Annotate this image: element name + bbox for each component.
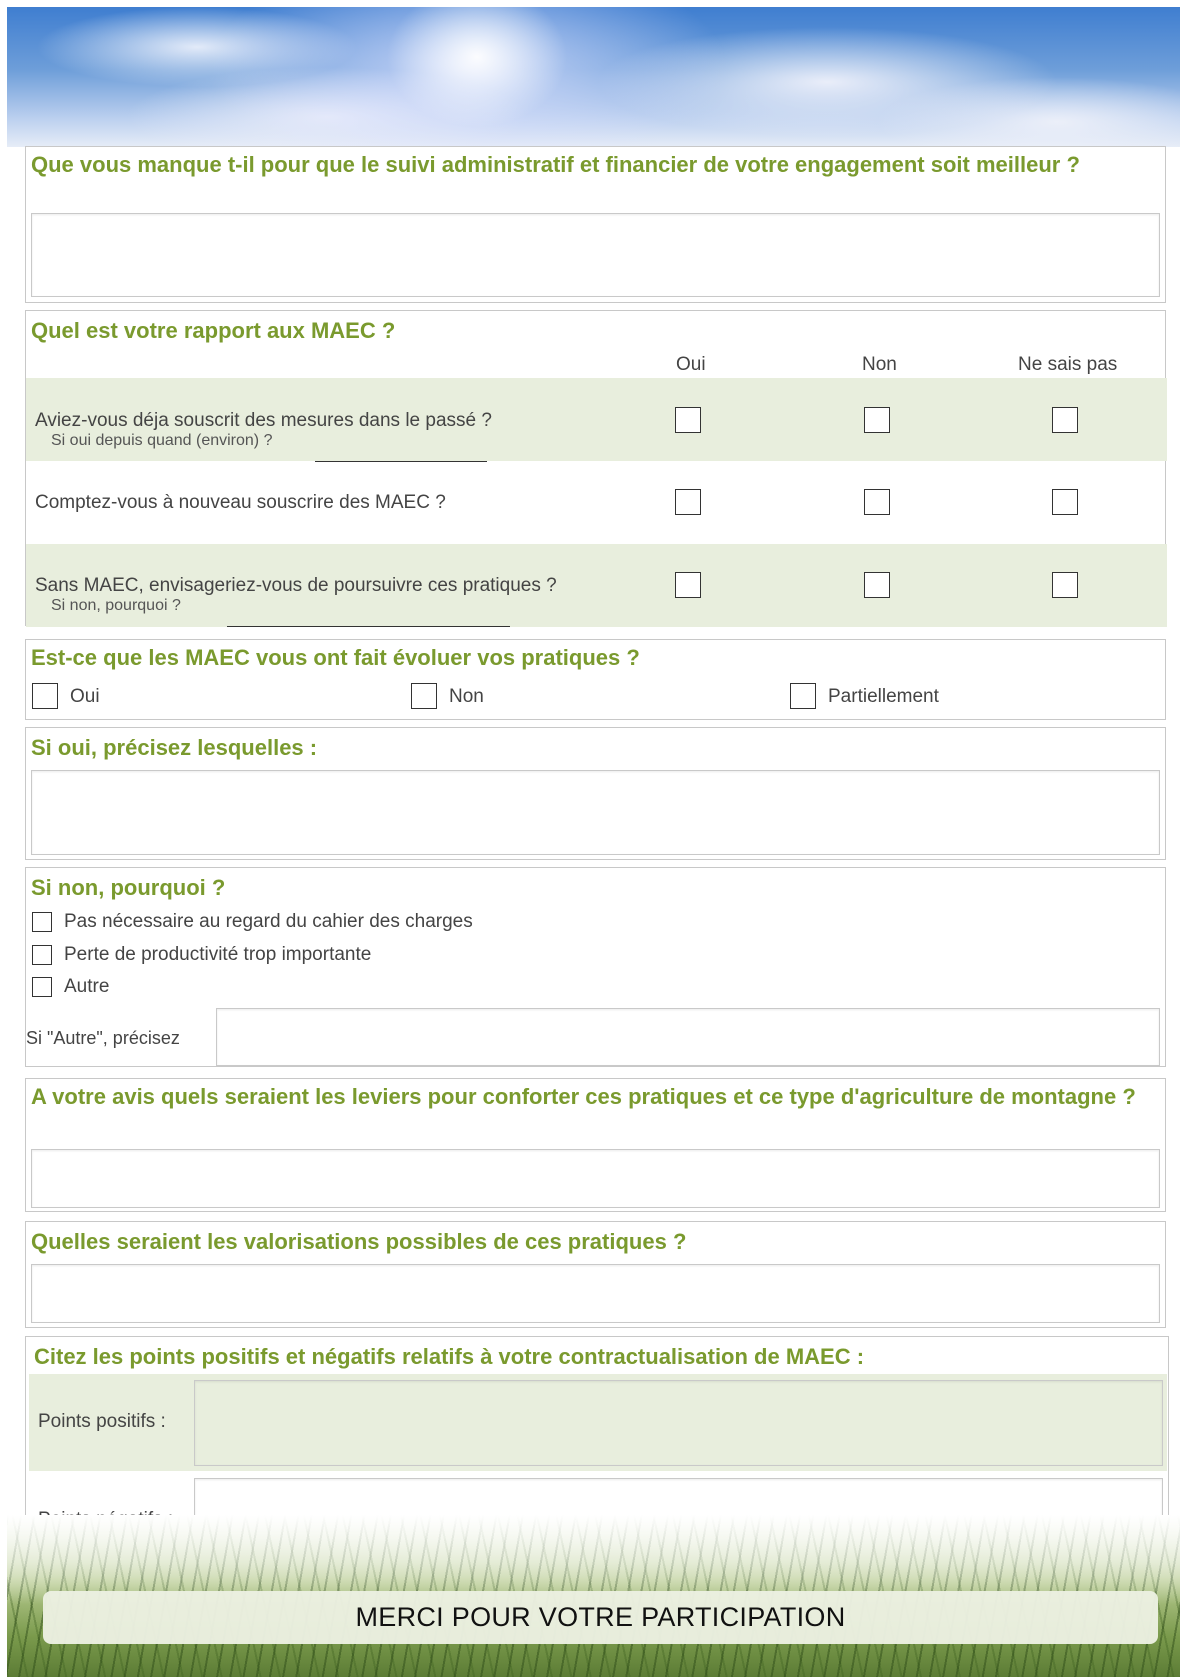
question-title: Que vous manque t-il pour que le suivi a… <box>31 152 1080 177</box>
question-title: Quelles seraient les valorisations possi… <box>31 1229 687 1254</box>
row2-non-checkbox[interactable] <box>864 489 890 515</box>
option-label: Partiellement <box>828 686 939 707</box>
row-label: Comptez-vous à nouveau souscrire des MAE… <box>35 492 446 513</box>
row2-oui-checkbox[interactable] <box>675 489 701 515</box>
q4-textarea[interactable] <box>31 770 1160 855</box>
question-title: Si oui, précisez lesquelles : <box>31 735 318 760</box>
option-label: Perte de productivité trop importante <box>64 944 372 965</box>
other-field-label: Si "Autre", précisez <box>26 1028 180 1048</box>
column-header-ne-sais-pas: Ne sais pas <box>1018 354 1118 375</box>
option-label: Non <box>449 686 484 707</box>
section-q7: Quelles seraient les valorisations possi… <box>25 1221 1166 1328</box>
row1-ne-sais-pas-checkbox[interactable] <box>1052 407 1078 433</box>
since-when-input-line[interactable] <box>315 461 487 462</box>
reason-autre-checkbox[interactable] <box>32 977 52 997</box>
reason-productivite-checkbox[interactable] <box>32 945 52 965</box>
row3-ne-sais-pas-checkbox[interactable] <box>1052 572 1078 598</box>
other-reason-input[interactable] <box>216 1008 1160 1066</box>
evolution-partiellement-checkbox[interactable] <box>790 683 816 709</box>
column-header-non: Non <box>862 354 897 375</box>
evolution-non-checkbox[interactable] <box>411 683 437 709</box>
row-sublabel: Si oui depuis quand (environ) ? <box>51 432 273 449</box>
question-title: Si non, pourquoi ? <box>31 875 226 900</box>
reason-cahier-checkbox[interactable] <box>32 912 52 932</box>
column-header-oui: Oui <box>676 354 706 375</box>
question-title: Citez les points positifs et négatifs re… <box>34 1344 865 1369</box>
row-sublabel: Si non, pourquoi ? <box>51 597 181 614</box>
evolution-oui-checkbox[interactable] <box>32 683 58 709</box>
q6-textarea[interactable] <box>31 1149 1160 1208</box>
row1-oui-checkbox[interactable] <box>675 407 701 433</box>
thanks-banner: MERCI POUR VOTRE PARTICIPATION <box>43 1591 1158 1644</box>
row1-non-checkbox[interactable] <box>864 407 890 433</box>
section-q4: Si oui, précisez lesquelles : <box>25 727 1166 860</box>
option-label: Oui <box>70 686 100 707</box>
question-title: A votre avis quels seraient les leviers … <box>31 1084 1136 1109</box>
section-q3: Est-ce que les MAEC vous ont fait évolue… <box>25 639 1166 720</box>
option-label: Autre <box>64 976 110 997</box>
q7-textarea[interactable] <box>31 1264 1160 1323</box>
row-label: Sans MAEC, envisageriez-vous de poursuiv… <box>35 575 557 596</box>
section-q5: Si non, pourquoi ? Pas nécessaire au reg… <box>25 867 1166 1067</box>
row3-non-checkbox[interactable] <box>864 572 890 598</box>
section-q1: Que vous manque t-il pour que le suivi a… <box>25 146 1166 303</box>
section-q6: A votre avis quels seraient les leviers … <box>25 1078 1166 1212</box>
question-title: Est-ce que les MAEC vous ont fait évolue… <box>31 645 640 670</box>
header-sky-banner <box>7 7 1180 147</box>
positive-label: Points positifs : <box>38 1411 166 1432</box>
why-not-input-line[interactable] <box>227 626 510 627</box>
question-title: Quel est votre rapport aux MAEC ? <box>31 318 396 343</box>
option-label: Pas nécessaire au regard du cahier des c… <box>64 911 473 932</box>
section-q2: Quel est votre rapport aux MAEC ? Oui No… <box>25 310 1167 627</box>
positive-points-textarea[interactable] <box>194 1380 1163 1466</box>
row3-oui-checkbox[interactable] <box>675 572 701 598</box>
q1-textarea[interactable] <box>31 213 1160 297</box>
row2-ne-sais-pas-checkbox[interactable] <box>1052 489 1078 515</box>
row-label: Aviez-vous déja souscrit des mesures dan… <box>35 410 492 431</box>
